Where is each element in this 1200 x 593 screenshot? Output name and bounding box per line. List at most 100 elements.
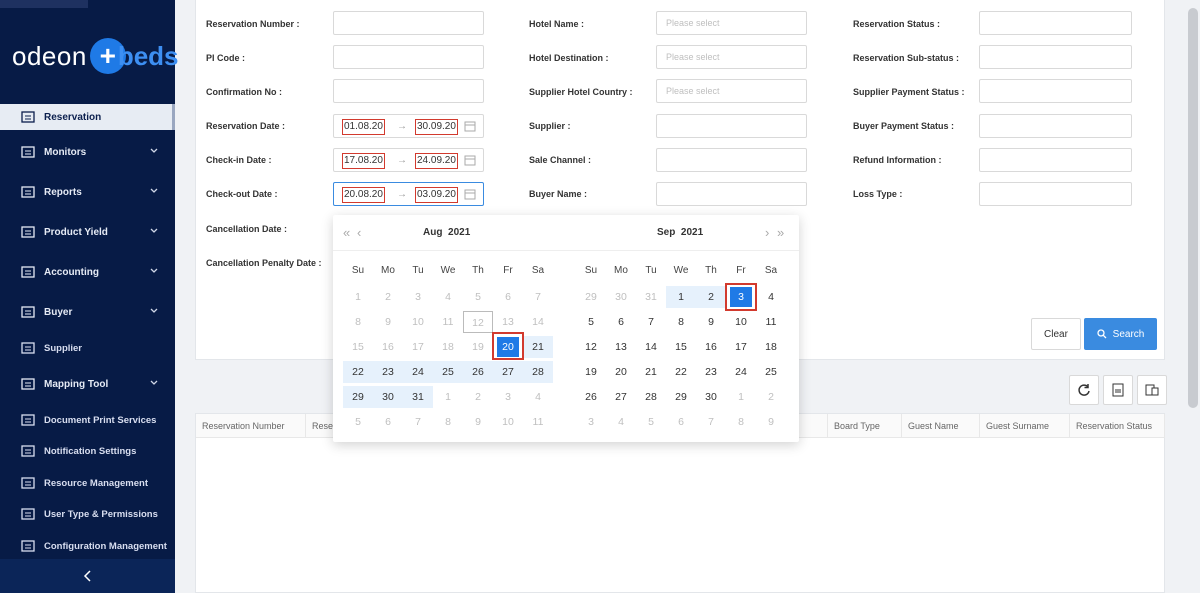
calendar-day[interactable]: 9	[756, 411, 786, 433]
calendar-day[interactable]: 17	[403, 336, 433, 358]
calendar-day[interactable]: 27	[493, 361, 523, 383]
sidebar-item-notification-settings[interactable]: Notification Settings	[0, 438, 175, 464]
sidebar-item-supplier[interactable]: Supplier	[0, 335, 175, 361]
calendar-day[interactable]: 11	[433, 311, 463, 333]
calendar-day[interactable]: 29	[343, 386, 373, 408]
calendar-day[interactable]: 6	[606, 311, 636, 333]
calendar-day[interactable]: 24	[726, 361, 756, 383]
column-settings-button[interactable]	[1137, 375, 1167, 405]
calendar-day[interactable]: 22	[343, 361, 373, 383]
calendar-day[interactable]: 30	[373, 386, 403, 408]
sidebar-item-product-yield[interactable]: Product Yield	[0, 219, 175, 245]
refresh-button[interactable]	[1069, 375, 1099, 405]
calendar-day[interactable]: 24	[403, 361, 433, 383]
calendar-day[interactable]: 10	[493, 411, 523, 433]
calendar-day[interactable]: 28	[636, 386, 666, 408]
calendar-day[interactable]: 9	[696, 311, 726, 333]
calendar-day[interactable]: 5	[636, 411, 666, 433]
calendar-day[interactable]: 14	[523, 311, 553, 333]
calendar-day[interactable]: 11	[756, 311, 786, 333]
calendar-day[interactable]: 17	[726, 336, 756, 358]
prev-month-icon[interactable]: ‹	[357, 225, 361, 240]
calendar-day[interactable]: 15	[666, 336, 696, 358]
table-header[interactable]: Reservation Number	[196, 414, 306, 438]
calendar-day[interactable]: 6	[493, 286, 523, 308]
left-month-title[interactable]: Aug 2021	[423, 227, 470, 238]
checkout-date-to[interactable]: 03.09.20	[415, 187, 458, 203]
calendar-day[interactable]: 15	[343, 336, 373, 358]
loss-type-input[interactable]	[979, 182, 1132, 206]
clear-button[interactable]: Clear	[1031, 318, 1081, 350]
calendar-day[interactable]: 19	[576, 361, 606, 383]
calendar-day[interactable]: 3	[403, 286, 433, 308]
calendar-day[interactable]: 22	[666, 361, 696, 383]
calendar-day[interactable]: 30	[696, 386, 726, 408]
scrollbar-thumb[interactable]	[1188, 8, 1198, 408]
sidebar-item-user-type-permissions[interactable]: User Type & Permissions	[0, 501, 175, 527]
calendar-day[interactable]: 8	[433, 411, 463, 433]
calendar-day[interactable]: 6	[373, 411, 403, 433]
table-header[interactable]: Guest Surname	[980, 414, 1070, 438]
sidebar-item-mapping-tool[interactable]: Mapping Tool	[0, 371, 175, 397]
calendar-day[interactable]: 4	[756, 286, 786, 308]
calendar-day[interactable]: 21	[636, 361, 666, 383]
collapse-sidebar-button[interactable]	[0, 559, 175, 593]
calendar-day[interactable]: 21	[523, 336, 553, 358]
calendar-day[interactable]: 4	[606, 411, 636, 433]
calendar-day[interactable]: 29	[666, 386, 696, 408]
calendar-day[interactable]: 8	[343, 311, 373, 333]
calendar-day[interactable]: 2	[696, 286, 726, 308]
calendar-day[interactable]: 2	[463, 386, 493, 408]
calendar-day[interactable]: 8	[726, 411, 756, 433]
calendar-day[interactable]: 8	[666, 311, 696, 333]
calendar-day[interactable]: 31	[636, 286, 666, 308]
supplier-hotel-country-select[interactable]: Please select	[656, 79, 807, 103]
calendar-day[interactable]: 1	[726, 386, 756, 408]
calendar-day[interactable]: 6	[666, 411, 696, 433]
export-csv-button[interactable]	[1103, 375, 1133, 405]
checkout-date-from[interactable]: 20.08.20	[342, 187, 385, 203]
calendar-day[interactable]: 28	[523, 361, 553, 383]
hotel-name-select[interactable]: Please select	[656, 11, 807, 35]
reservation-date-from[interactable]: 01.08.20	[342, 119, 385, 135]
checkin-date-range[interactable]: 17.08.20 → 24.09.20	[333, 148, 484, 172]
table-header[interactable]: Reservation Status	[1070, 414, 1165, 438]
reservation-number-input[interactable]	[333, 11, 484, 35]
calendar-day[interactable]: 16	[696, 336, 726, 358]
pi-code-input[interactable]	[333, 45, 484, 69]
hotel-destination-select[interactable]: Please select	[656, 45, 807, 69]
calendar-day[interactable]: 11	[523, 411, 553, 433]
supplier-payment-status-input[interactable]	[979, 79, 1132, 103]
calendar-day[interactable]: 5	[463, 286, 493, 308]
calendar-day[interactable]: 13	[493, 311, 523, 333]
calendar-day[interactable]: 14	[636, 336, 666, 358]
sidebar-item-reservation[interactable]: Reservation	[0, 104, 175, 130]
sidebar-item-accounting[interactable]: Accounting	[0, 259, 175, 285]
calendar-day[interactable]: 3	[493, 386, 523, 408]
calendar-day[interactable]: 18	[756, 336, 786, 358]
buyer-name-input[interactable]	[656, 182, 807, 206]
calendar-day[interactable]: 23	[696, 361, 726, 383]
calendar-day[interactable]: 23	[373, 361, 403, 383]
prev-year-icon[interactable]: «	[343, 225, 350, 240]
calendar-day[interactable]: 20	[497, 337, 519, 357]
calendar-day[interactable]: 7	[696, 411, 726, 433]
calendar-day[interactable]: 7	[403, 411, 433, 433]
calendar-day[interactable]: 9	[373, 311, 403, 333]
next-year-icon[interactable]: »	[777, 225, 784, 240]
calendar-day[interactable]: 1	[433, 386, 463, 408]
calendar-day[interactable]: 2	[756, 386, 786, 408]
reservation-date-range[interactable]: 01.08.20 → 30.09.20	[333, 114, 484, 138]
right-month-title[interactable]: Sep 2021	[657, 227, 703, 238]
buyer-payment-status-input[interactable]	[979, 114, 1132, 138]
sidebar-item-document-print-services[interactable]: Document Print Services	[0, 407, 175, 433]
calendar-day[interactable]: 5	[343, 411, 373, 433]
table-header[interactable]: Guest Name	[902, 414, 980, 438]
calendar-day[interactable]: 3	[576, 411, 606, 433]
calendar-day[interactable]: 4	[523, 386, 553, 408]
reservation-substatus-input[interactable]	[979, 45, 1132, 69]
supplier-input[interactable]	[656, 114, 807, 138]
sidebar-item-resource-management[interactable]: Resource Management	[0, 470, 175, 496]
search-button[interactable]: Search	[1084, 318, 1157, 350]
reservation-status-input[interactable]	[979, 11, 1132, 35]
